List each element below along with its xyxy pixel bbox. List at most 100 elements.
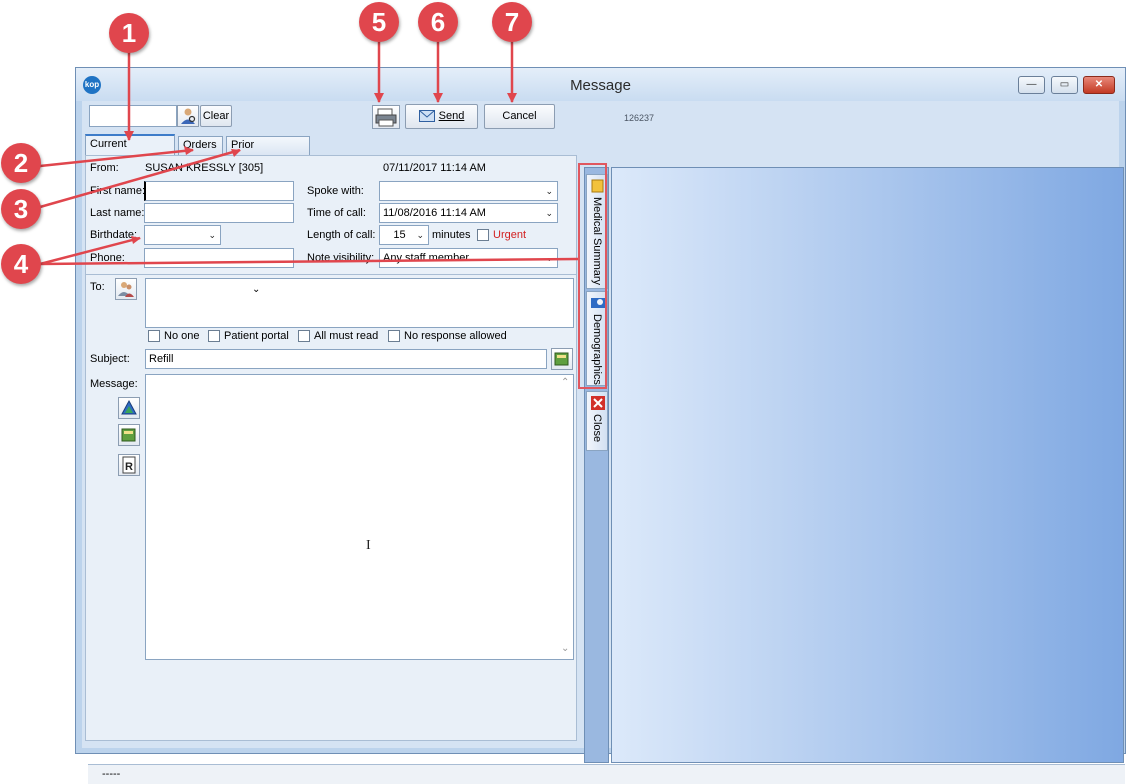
urgent-checkbox[interactable]	[477, 229, 489, 241]
urgent-label: Urgent	[493, 229, 527, 241]
printer-icon	[375, 108, 397, 127]
patient-search-input[interactable]	[89, 105, 177, 127]
message-label: Message:	[90, 378, 138, 390]
to-label: To:	[90, 281, 105, 293]
patient-portal-option[interactable]: Patient portal	[208, 330, 289, 343]
svg-text:R: R	[125, 461, 133, 473]
scroll-up-icon[interactable]: ⌃	[561, 377, 569, 388]
title-bar: kop Message — ▭ ✕	[76, 68, 1125, 101]
from-value: SUSAN KRESSLY [305]	[145, 162, 264, 174]
book-icon	[121, 428, 136, 442]
no-one-checkbox[interactable]	[148, 330, 160, 343]
minutes-label: minutes	[432, 229, 471, 241]
callout-4: 4	[1, 244, 41, 284]
window-title: Message	[570, 77, 631, 94]
from-label: From:	[90, 162, 119, 174]
tab-prior-messages[interactable]: Prior Messages	[226, 136, 310, 168]
no-one-option[interactable]: No one	[148, 330, 200, 343]
length-value: 15	[393, 229, 406, 241]
message-templates-button[interactable]	[118, 424, 140, 446]
spoke-with-label: Spoke with:	[307, 185, 364, 197]
birthdate-label: Birthdate:	[90, 229, 138, 241]
length-of-call-label: Length of call:	[307, 229, 376, 241]
chevron-down-icon: ⌄	[252, 284, 261, 295]
window-client-area: Clear Send Cancel 126237 Current Message…	[82, 101, 1125, 784]
side-content-pane	[611, 167, 1124, 763]
time-of-call-picker[interactable]: 11/08/2016 11:14 AM ⌄	[379, 203, 558, 223]
spoke-with-dropdown[interactable]: ⌄	[379, 181, 558, 201]
recipients-box[interactable]: ⌄	[145, 278, 574, 328]
last-name-label: Last name:	[90, 207, 145, 219]
no-response-option[interactable]: No response allowed	[388, 330, 507, 343]
note-visibility-dropdown[interactable]: Any staff member ⌄	[379, 248, 558, 268]
time-of-call-label: Time of call:	[307, 207, 366, 219]
message-window: kop Message — ▭ ✕ Clear Send Cancel 1262…	[75, 67, 1126, 784]
time-of-call-value: 11/08/2016 11:14 AM	[383, 207, 486, 219]
minimize-button[interactable]: —	[1018, 76, 1045, 94]
note-visibility-label: Note visibility:	[307, 252, 375, 264]
rx-icon: R	[122, 456, 136, 474]
chevron-down-icon: ⌄	[545, 186, 553, 196]
message-scrollbar[interactable]: ⌃ ⌄	[560, 377, 572, 657]
triangle-logo-icon	[121, 399, 137, 415]
callout-6: 6	[418, 2, 458, 42]
clear-button[interactable]: Clear	[200, 105, 232, 127]
no-response-checkbox[interactable]	[388, 330, 400, 343]
from-date: 07/11/2017 11:14 AM	[383, 162, 486, 174]
chevron-down-icon: ⌄	[208, 230, 216, 240]
scroll-down-icon[interactable]: ⌄	[561, 643, 569, 654]
chevron-down-icon: ⌄	[545, 208, 553, 218]
first-name-label: First name:	[90, 185, 146, 197]
status-bar: -----	[88, 764, 1125, 784]
birthdate-picker[interactable]: ⌄	[144, 225, 221, 245]
people-icon	[118, 282, 134, 297]
insert-text-button[interactable]	[118, 397, 140, 419]
no-one-label: No one	[164, 330, 200, 343]
all-must-read-checkbox[interactable]	[298, 330, 310, 343]
current-message-panel: From: SUSAN KRESSLY [305] 07/11/2017 11:…	[85, 155, 577, 741]
subject-label: Subject:	[90, 353, 130, 365]
print-button[interactable]	[372, 105, 400, 129]
maximize-button[interactable]: ▭	[1051, 76, 1078, 94]
message-body-input[interactable]	[145, 374, 574, 660]
cancel-button[interactable]: Cancel	[484, 104, 555, 129]
chevron-down-icon: ⌄	[416, 230, 424, 240]
last-name-input[interactable]	[144, 203, 294, 223]
divider	[86, 274, 576, 275]
patient-portal-label: Patient portal	[224, 330, 289, 343]
patient-portal-checkbox[interactable]	[208, 330, 220, 343]
all-must-read-label: All must read	[314, 330, 379, 343]
close-label: Close	[591, 414, 603, 443]
envelope-icon	[418, 110, 435, 123]
length-of-call-dropdown[interactable]: 15 ⌄	[379, 225, 429, 245]
first-name-input[interactable]	[144, 181, 294, 201]
phone-label: Phone:	[90, 252, 125, 264]
callout-3: 3	[1, 189, 41, 229]
phone-input[interactable]	[144, 248, 294, 268]
record-id: 126237	[624, 113, 655, 123]
all-must-read-option[interactable]: All must read	[298, 330, 379, 343]
callout-7: 7	[492, 2, 532, 42]
person-search-icon	[181, 108, 196, 124]
recipient-picker-button[interactable]	[115, 278, 137, 300]
chevron-down-icon: ⌄	[545, 253, 553, 263]
subject-templates-button[interactable]	[551, 348, 573, 370]
patient-lookup-button[interactable]	[177, 105, 199, 127]
callout-1: 1	[109, 13, 149, 53]
callout-2: 2	[1, 143, 41, 183]
tab-current-message[interactable]: Current Message	[85, 134, 175, 167]
tab-close[interactable]: Close	[586, 391, 608, 451]
no-response-label: No response allowed	[404, 330, 507, 343]
text-cursor-icon: I	[366, 538, 371, 553]
visibility-value: Any staff member	[383, 252, 469, 264]
book-icon	[554, 352, 569, 366]
close-window-button[interactable]: ✕	[1083, 76, 1115, 94]
tab-orders[interactable]: Orders	[178, 136, 223, 155]
prescription-button[interactable]: R	[118, 454, 140, 476]
callout-5: 5	[359, 2, 399, 42]
send-label: Send	[438, 110, 465, 122]
side-tabs-highlight	[578, 163, 607, 389]
close-icon	[591, 396, 605, 410]
subject-input[interactable]: Refill	[145, 349, 547, 369]
send-button[interactable]: Send	[405, 104, 478, 129]
